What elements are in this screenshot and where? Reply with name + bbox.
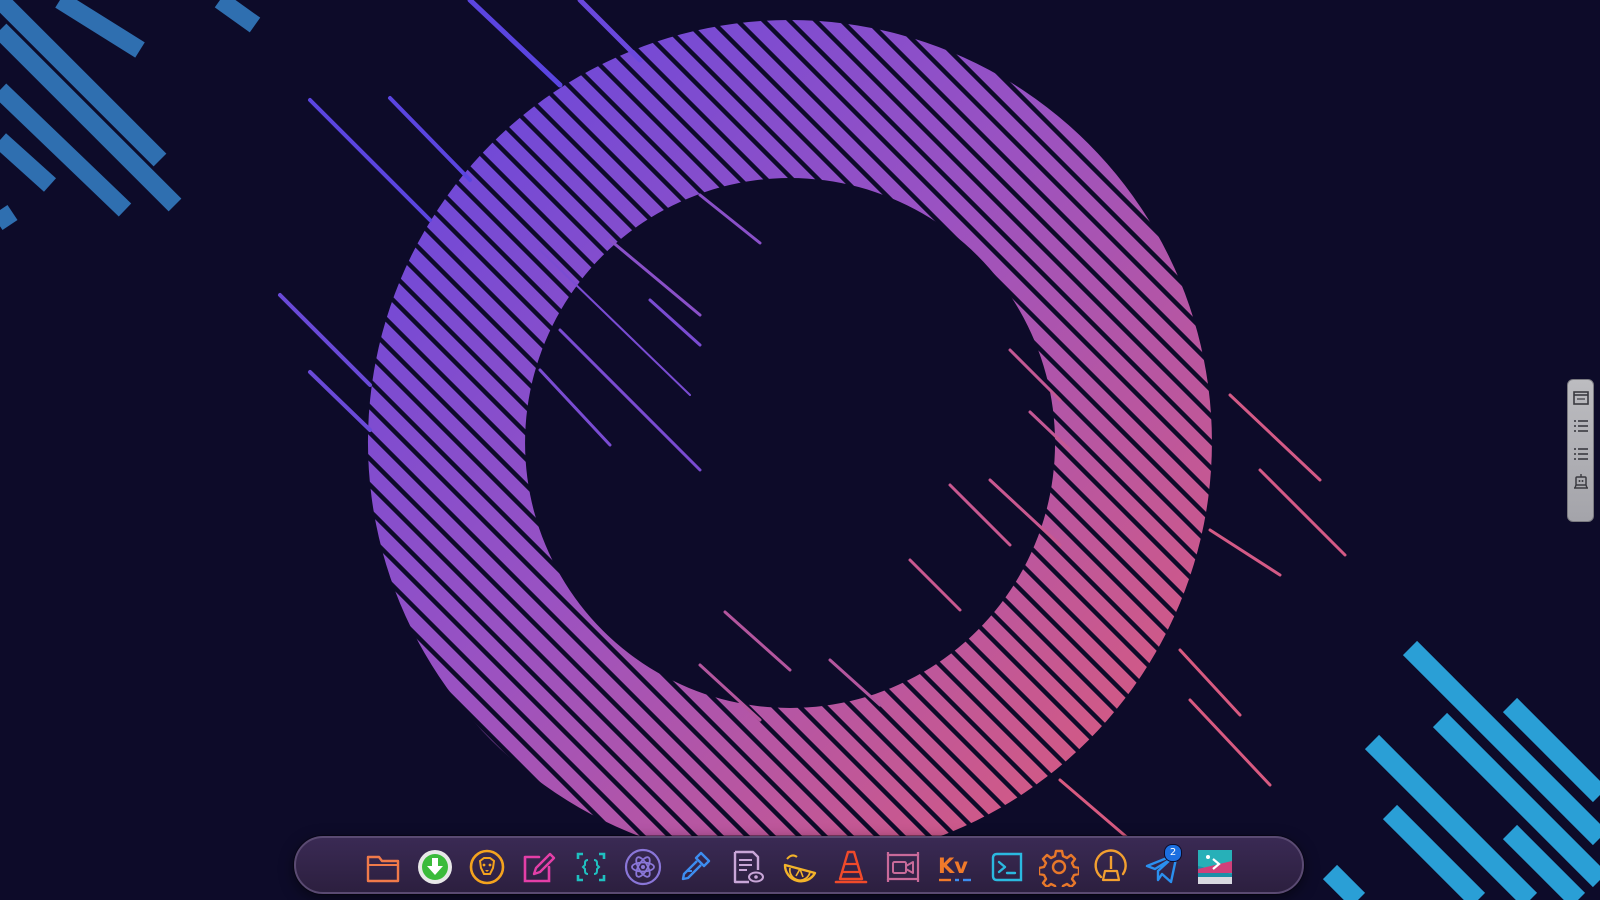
dock-item-brave-browser[interactable] xyxy=(466,846,508,888)
dock-item-vlc-player[interactable] xyxy=(830,846,872,888)
window-icon xyxy=(1572,391,1589,405)
kv-icon: Kv xyxy=(938,854,971,882)
side-button-list-b[interactable] xyxy=(1571,444,1591,464)
ring-graphic xyxy=(367,20,1212,865)
notification-badge: 2 xyxy=(1164,844,1182,862)
dock: Kv 2 xyxy=(294,836,1304,894)
dock-item-code-editor[interactable] xyxy=(570,846,612,888)
braces-icon xyxy=(576,852,606,882)
dock-item-citrus-app[interactable] xyxy=(778,846,820,888)
dock-item-telegram[interactable]: 2 xyxy=(1142,844,1184,888)
pencil-square-icon xyxy=(523,852,556,883)
dock-item-atom-app[interactable] xyxy=(622,846,664,888)
corner-stripes-bottom-right xyxy=(1322,640,1600,900)
dock-item-document-viewer[interactable] xyxy=(726,846,768,888)
dock-item-file-manager[interactable] xyxy=(362,846,404,888)
side-button-list-a[interactable] xyxy=(1571,416,1591,436)
corner-stripes-top-left xyxy=(0,0,261,230)
dock-item-terminal[interactable] xyxy=(986,846,1028,888)
atom-icon xyxy=(624,848,662,886)
list-icon xyxy=(1573,420,1588,432)
dock-icons: Kv 2 xyxy=(362,844,1236,888)
side-button-robot[interactable] xyxy=(1571,472,1591,492)
dock-item-cleaner[interactable] xyxy=(1090,846,1132,888)
terminal-icon xyxy=(991,852,1023,882)
dock-item-text-editor[interactable] xyxy=(518,846,560,888)
robot-icon xyxy=(1573,474,1588,489)
dock-item-kv-editor[interactable]: Kv xyxy=(934,846,976,888)
eyedropper-icon xyxy=(681,851,711,881)
video-camera-icon xyxy=(886,852,920,882)
dock-item-color-picker[interactable] xyxy=(674,846,716,888)
dock-item-screenshot-tool[interactable] xyxy=(1194,846,1236,888)
document-eye-icon xyxy=(733,850,764,884)
dock-item-settings[interactable] xyxy=(1038,846,1080,888)
gear-icon xyxy=(1039,849,1079,887)
kv-icon-label: Kv xyxy=(938,854,968,878)
wallpaper xyxy=(0,0,1600,900)
dock-item-screen-recorder[interactable] xyxy=(882,846,924,888)
dock-item-downloader[interactable] xyxy=(414,846,456,888)
desktop: Kv 2 xyxy=(0,0,1600,900)
list-icon xyxy=(1573,448,1588,460)
lion-icon xyxy=(469,849,505,885)
folder-icon xyxy=(366,855,400,883)
broom-icon xyxy=(1094,849,1127,882)
traffic-cone-icon xyxy=(834,850,868,884)
lemon-icon xyxy=(783,854,817,883)
download-arrow-icon xyxy=(418,850,452,884)
screenshot-image-icon xyxy=(1198,850,1232,884)
side-button-window-layout[interactable] xyxy=(1571,388,1591,408)
side-panel xyxy=(1567,379,1594,522)
